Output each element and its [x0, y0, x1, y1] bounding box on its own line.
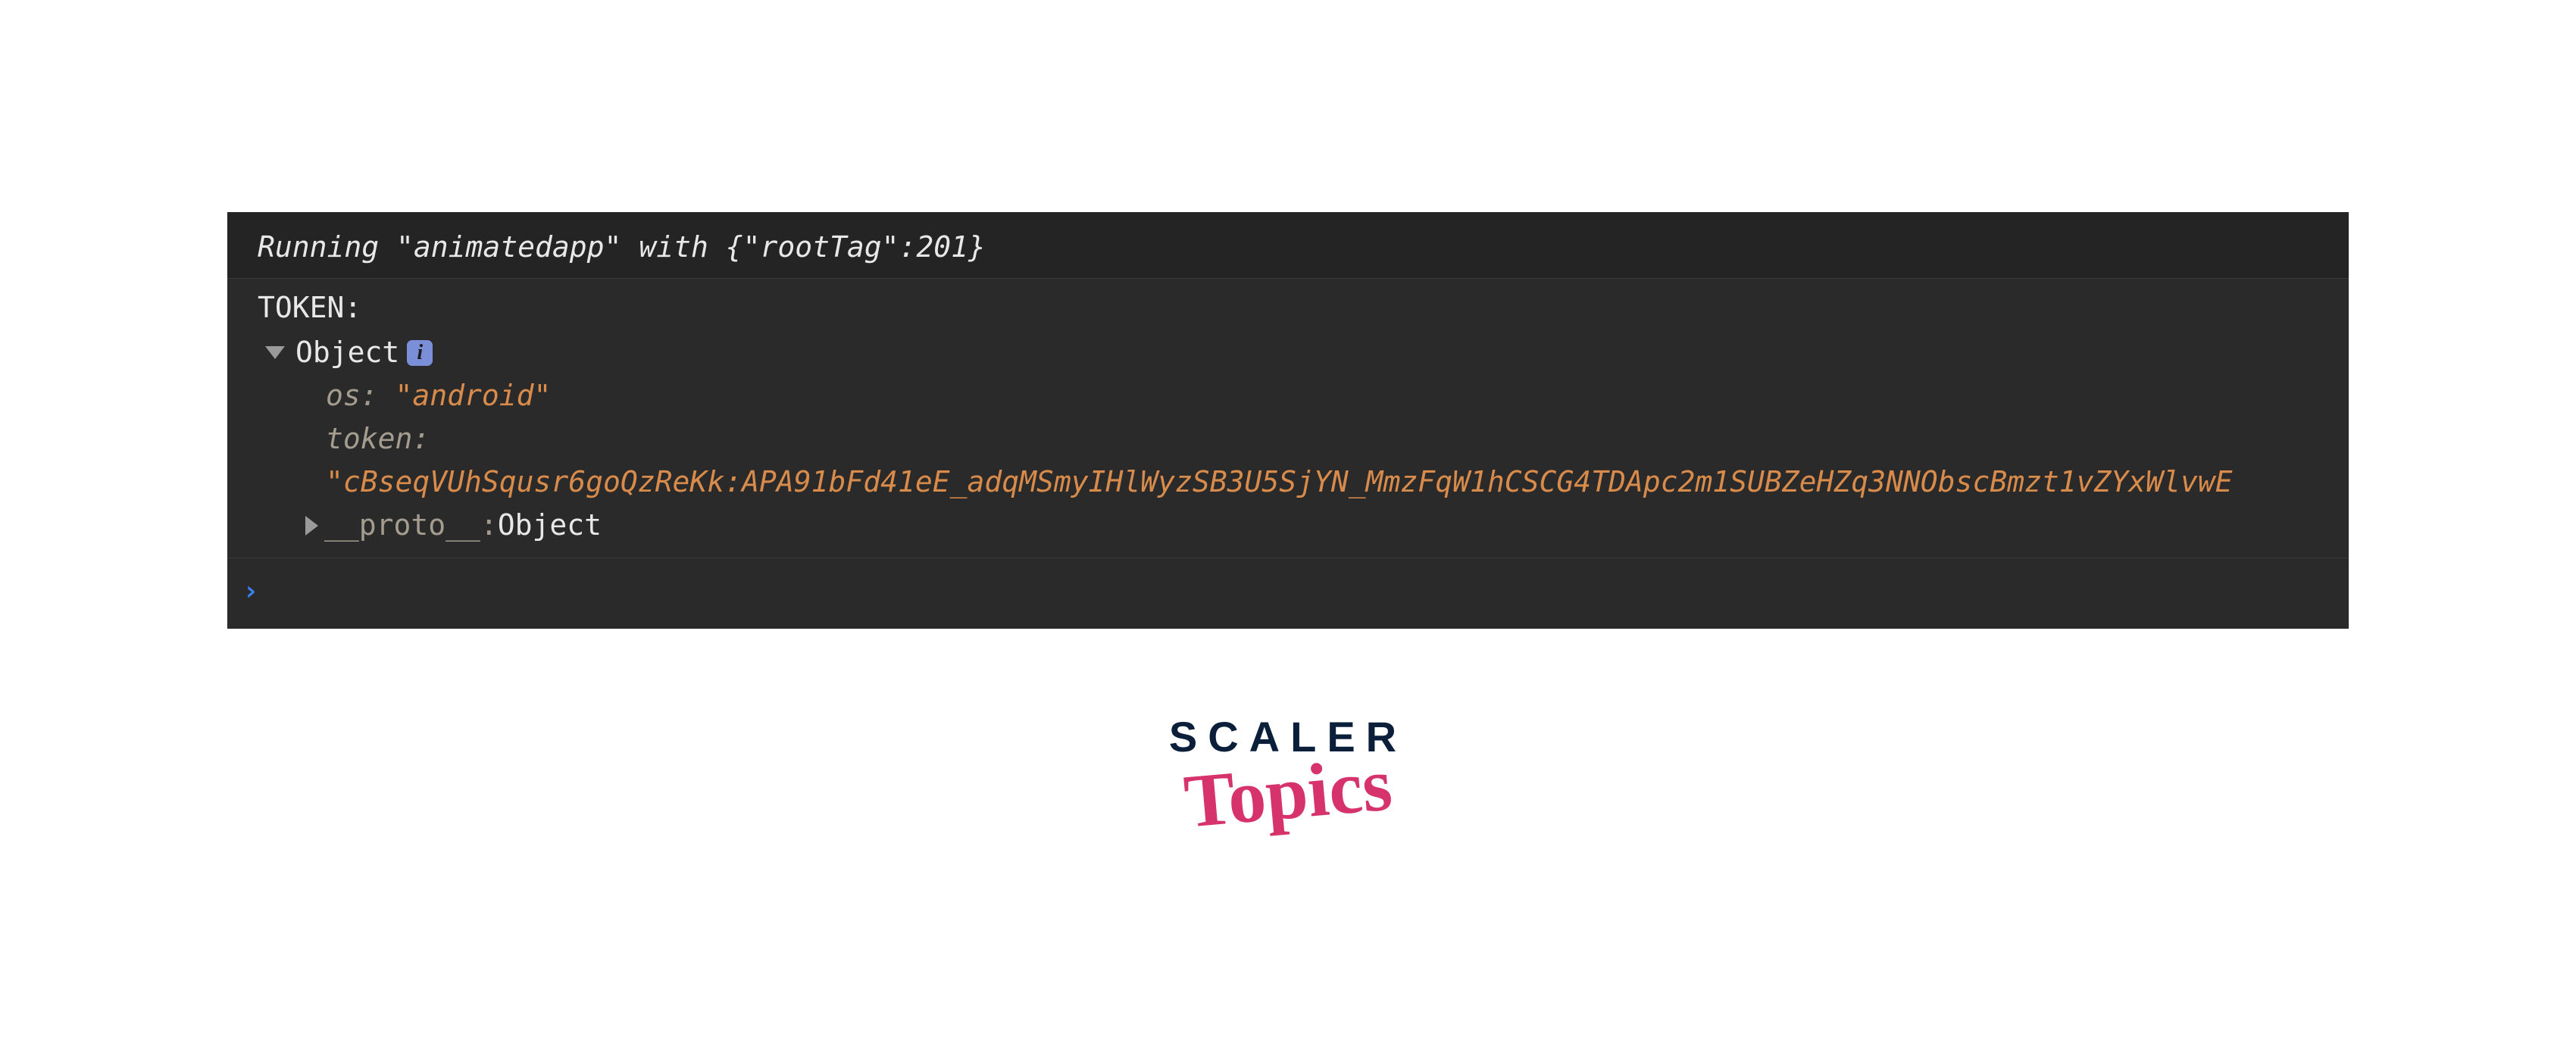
- disclosure-down-icon[interactable]: [265, 346, 285, 359]
- disclosure-right-icon[interactable]: [305, 516, 318, 536]
- prop-value: "cBseqVUhSqusr6goQzReKk:APA91bFd41eE_adq…: [326, 465, 2233, 498]
- proto-value: Object: [498, 504, 602, 547]
- object-property-token: token: "cBseqVUhSqusr6goQzReKk:APA91bFd4…: [258, 417, 2318, 504]
- prompt-caret-icon: ›: [242, 576, 259, 607]
- proto-key: __proto__:: [324, 504, 498, 547]
- object-proto[interactable]: __proto__: Object: [258, 504, 2318, 547]
- devtools-console: Running "animatedapp" with {"rootTag":20…: [227, 212, 2349, 629]
- prop-key: os:: [326, 379, 395, 412]
- console-prompt-row[interactable]: ›: [227, 558, 2349, 629]
- scaler-topics-logo: SCALER Topics: [1169, 712, 1407, 836]
- prop-key: token:: [326, 422, 430, 455]
- console-log-line: Running "animatedapp" with {"rootTag":20…: [227, 212, 2349, 279]
- info-icon[interactable]: i: [407, 340, 433, 366]
- logo-line-2: Topics: [1180, 740, 1395, 845]
- console-object-block: TOKEN: Object i os: "android" token: "cB…: [227, 279, 2349, 558]
- token-label: TOKEN:: [258, 286, 2318, 331]
- object-property-os: os: "android": [258, 374, 2318, 417]
- object-label: Object: [295, 331, 399, 374]
- running-text: Running "animatedapp" with {"rootTag":20…: [258, 230, 986, 264]
- prop-value: "android": [395, 379, 552, 412]
- object-header[interactable]: Object i: [258, 331, 2318, 374]
